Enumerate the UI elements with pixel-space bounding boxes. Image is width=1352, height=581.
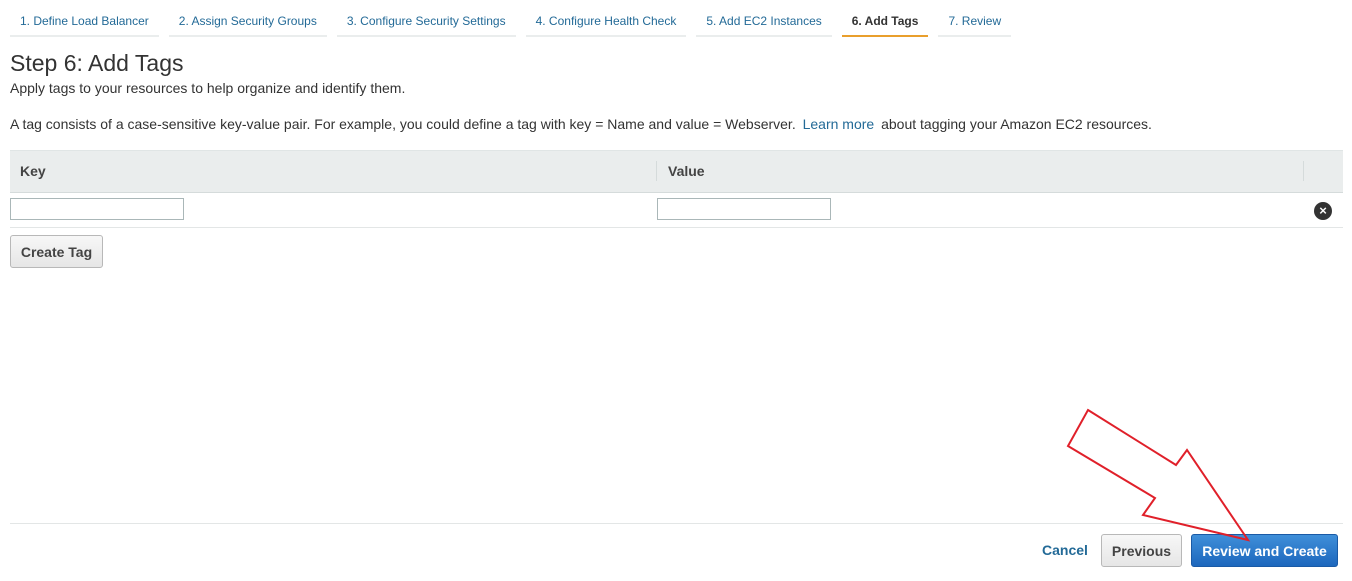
tab-configure-health-check[interactable]: 4. Configure Health Check: [525, 4, 687, 37]
column-divider: [656, 161, 657, 181]
footer-divider: [10, 523, 1343, 524]
tags-table: Key Value ×: [10, 150, 1343, 228]
review-and-create-button[interactable]: Review and Create: [1191, 534, 1338, 567]
tag-value-input[interactable]: [657, 198, 831, 220]
tab-define-load-balancer[interactable]: 1. Define Load Balancer: [10, 4, 159, 37]
remove-tag-icon[interactable]: ×: [1314, 202, 1332, 220]
description-text: A tag consists of a case-sensitive key-v…: [10, 116, 796, 132]
key-column-header: Key: [20, 163, 46, 179]
tab-add-ec2-instances[interactable]: 5. Add EC2 Instances: [696, 4, 832, 37]
description-text-after: about tagging your Amazon EC2 resources.: [881, 116, 1152, 132]
tab-review[interactable]: 7. Review: [938, 4, 1012, 37]
page-subtitle: Apply tags to your resources to help org…: [10, 80, 406, 96]
wizard-tabs: 1. Define Load Balancer 2. Assign Securi…: [10, 4, 1021, 37]
tab-assign-security-groups[interactable]: 2. Assign Security Groups: [168, 4, 327, 37]
tab-configure-security-settings[interactable]: 3. Configure Security Settings: [336, 4, 516, 37]
tag-description: A tag consists of a case-sensitive key-v…: [10, 116, 1152, 132]
page-title: Step 6: Add Tags: [10, 50, 184, 76]
create-tag-button[interactable]: Create Tag: [10, 235, 103, 268]
tag-key-input[interactable]: [10, 198, 184, 220]
table-header: Key Value: [10, 150, 1343, 193]
previous-button[interactable]: Previous: [1101, 534, 1182, 567]
column-divider: [1303, 161, 1304, 181]
value-column-header: Value: [668, 163, 705, 179]
learn-more-link[interactable]: Learn more: [803, 116, 875, 132]
tab-add-tags[interactable]: 6. Add Tags: [841, 4, 929, 37]
table-row: ×: [10, 193, 1343, 228]
cancel-button[interactable]: Cancel: [1042, 542, 1088, 558]
